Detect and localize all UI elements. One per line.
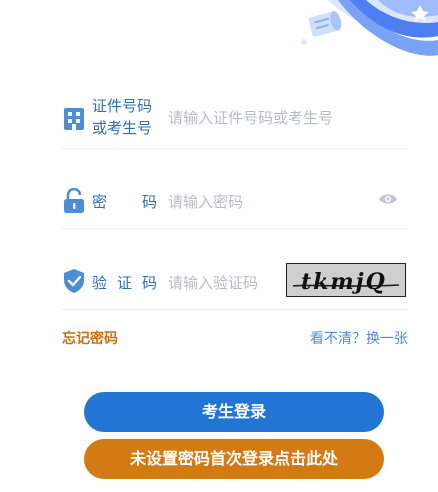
captcha-input[interactable] [168, 271, 278, 295]
eye-icon[interactable] [378, 191, 398, 205]
password-label-char2: 码 [142, 193, 158, 211]
decorative-illustration [301, 0, 438, 56]
refresh-captcha-link[interactable]: 看不清？换一张 [310, 328, 408, 348]
password-label-char1: 密 [92, 193, 108, 211]
captcha-label-char2: 证 [117, 274, 133, 292]
lock-icon [62, 187, 86, 214]
captcha-text: tkmjQ [301, 269, 387, 295]
id-label-line1: 证件号码 [92, 97, 153, 115]
captcha-label-char1: 验 [92, 274, 108, 292]
captcha-field-row: 验 证 码 tkmjQ [62, 255, 408, 310]
password-input[interactable] [168, 190, 368, 214]
login-button[interactable]: 考生登录 [84, 392, 384, 432]
building-id-icon [62, 105, 86, 131]
captcha-image[interactable]: tkmjQ [286, 263, 406, 297]
id-field-row: 证件号码 或考生号 [62, 88, 408, 149]
forgot-password-link[interactable]: 忘记密码 [62, 328, 118, 348]
shield-check-icon [62, 268, 86, 294]
id-input[interactable] [168, 106, 404, 130]
links-row: 忘记密码 看不清？换一张 [62, 328, 408, 348]
first-login-button[interactable]: 未设置密码首次登录点击此处 [84, 439, 384, 479]
captcha-label-char3: 码 [142, 274, 158, 292]
password-field-row: 密 码 [62, 174, 408, 229]
id-label-line2: 或考生号 [92, 119, 153, 137]
